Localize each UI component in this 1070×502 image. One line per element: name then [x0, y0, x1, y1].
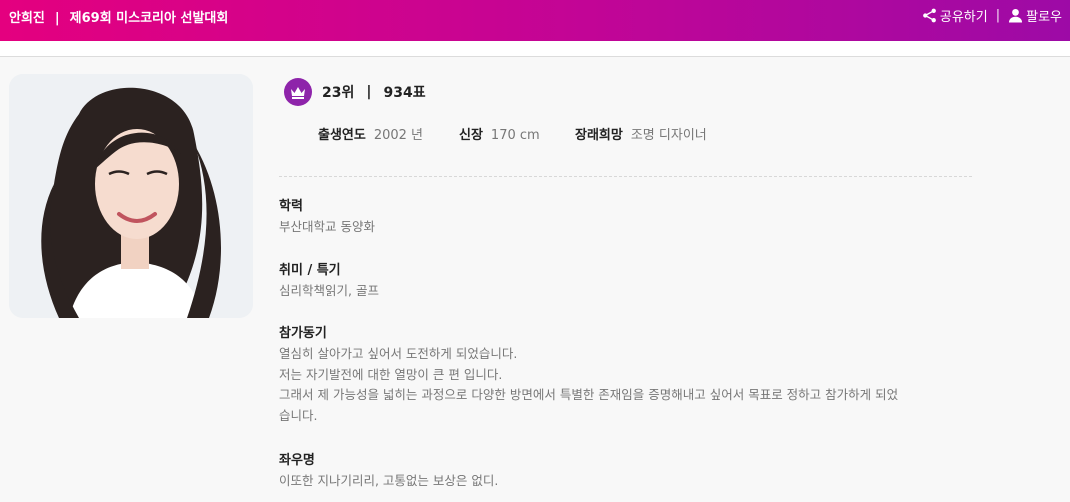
header-actions: 공유하기 | 팔로우	[922, 6, 1062, 25]
fact-height: 신장 170 cm	[459, 124, 540, 143]
top-header: 안희진 | 제69회 미스코리아 선발대회 공유하기 | 팔로우	[0, 0, 1070, 41]
birth-year-value: 2002 년	[373, 128, 424, 143]
motto-text: 이또한 지나기리리, 고통없는 보상은 없디.	[279, 473, 499, 488]
motivation-line: 열심히 살아가고 싶어서 도전하게 되었습니다.	[279, 346, 518, 361]
contestant-name: 안희진	[9, 11, 45, 26]
hobby-title: 취미 / 특기	[279, 263, 341, 278]
fact-birth-year: 출생연도 2002 년	[318, 124, 423, 143]
section-divider	[279, 176, 972, 177]
motivation-line: 저는 자기발전에 대한 열망이 큰 편 입니다.	[279, 366, 503, 382]
education-section: 학력 부산대학교 동양화	[279, 197, 979, 238]
education-text: 부산대학교 동양화	[279, 219, 375, 234]
motivation-section: 참가동기 열심히 살아가고 싶어서 도전하게 되었습니다. 저는 자기발전에 대…	[279, 324, 979, 426]
share-icon	[922, 8, 937, 23]
dream-value: 조명 디자이너	[630, 128, 707, 143]
event-name: 제69회 미스코리아 선발대회	[69, 11, 229, 26]
crown-icon	[284, 78, 312, 106]
motivation-line: 그래서 제 가능성을 넓히는 과정으로 다양한 방면에서 특별한 존재임을 증명…	[279, 387, 899, 402]
header-divider	[0, 41, 1070, 57]
hobby-text: 심리학책읽기, 골프	[279, 283, 379, 298]
education-title: 학력	[279, 199, 303, 214]
share-button[interactable]: 공유하기	[922, 6, 988, 25]
motivation-title: 참가동기	[279, 326, 327, 341]
hobby-section: 취미 / 특기 심리학책읽기, 골프	[279, 261, 979, 302]
motivation-line: 습니다.	[279, 407, 318, 423]
title-separator: |	[54, 11, 60, 26]
share-label: 공유하기	[939, 10, 988, 25]
height-value: 170 cm	[490, 128, 540, 143]
dream-label: 장래희망	[575, 128, 623, 143]
birth-year-label: 출생연도	[318, 128, 366, 143]
profile-photo	[9, 74, 253, 318]
user-icon	[1008, 8, 1023, 23]
follow-button[interactable]: 팔로우	[1008, 6, 1062, 25]
height-label: 신장	[459, 128, 483, 143]
header-title: 안희진 | 제69회 미스코리아 선발대회	[9, 7, 228, 26]
fact-dream: 장래희망 조명 디자이너	[575, 124, 707, 143]
motto-title: 좌우명	[279, 453, 315, 468]
vote-count: 934표	[383, 85, 426, 101]
motto-section: 좌우명 이또한 지나기리리, 고통없는 보상은 없디.	[279, 451, 979, 492]
rank-value: 23위	[322, 85, 355, 101]
rank-separator: |	[366, 84, 372, 100]
follow-label: 팔로우	[1026, 10, 1062, 25]
rank-row: 23위 | 934표	[284, 78, 426, 106]
actions-divider: |	[995, 8, 1001, 23]
